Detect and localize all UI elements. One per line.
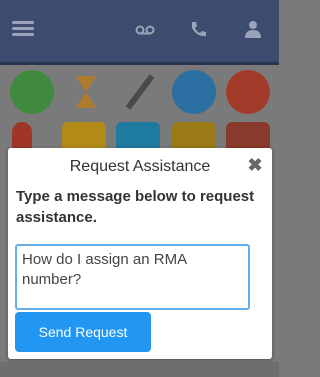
phone-icon[interactable] (187, 18, 209, 40)
hourglass-tile-icon (76, 76, 96, 108)
user-icon[interactable] (242, 18, 264, 40)
hamburger-icon[interactable] (12, 18, 34, 40)
check-tile-icon (10, 70, 54, 114)
voicemail-icon[interactable] (134, 18, 156, 40)
request-assistance-dialog: Request Assistance ✖ Type a message belo… (8, 148, 272, 359)
cancel-tile-icon (226, 70, 270, 114)
bottom-strip (0, 362, 279, 377)
message-input[interactable]: How do I assign an RMA number? (15, 244, 250, 310)
dialog-prompt: Type a message below to request assistan… (16, 188, 255, 226)
send-request-button[interactable]: Send Request (15, 312, 151, 352)
dialog-title: Request Assistance (69, 158, 211, 175)
forward-tile-icon (172, 70, 216, 114)
microphone-off-tile-icon (125, 74, 155, 110)
app-header (0, 0, 279, 65)
close-icon[interactable]: ✖ (246, 156, 264, 174)
